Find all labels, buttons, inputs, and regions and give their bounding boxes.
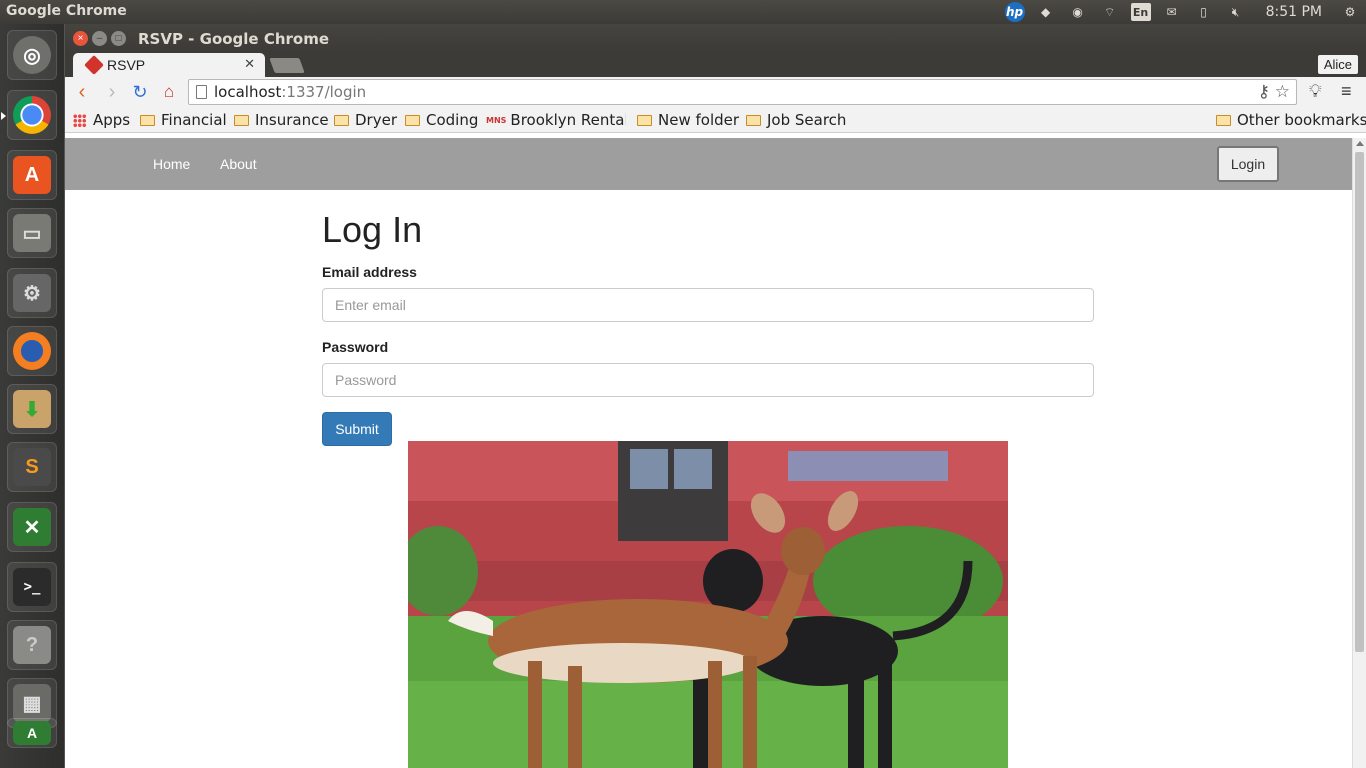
chrome-icon[interactable]: ◉ <box>1067 3 1089 21</box>
hp-icon[interactable]: hp <box>1004 2 1025 22</box>
browser-toolbar: ‹ › ↻ ⌂ localhost:1337/login ⚷ ☆ 💡︎ ≡ <box>65 77 1366 107</box>
nav-home-link[interactable]: Home <box>153 156 190 172</box>
url-text: localhost:1337/login <box>214 83 367 101</box>
sublime-text-icon[interactable]: S <box>7 442 57 492</box>
system-top-panel: Google Chrome hp ◆ ◉ ⌔ En ✉ ▯ 🔇︎ 8:51 PM… <box>0 0 1366 24</box>
folder-icon <box>637 114 652 126</box>
forward-button[interactable]: › <box>101 81 123 103</box>
terminal-icon[interactable]: >_ <box>7 562 57 612</box>
battery-icon[interactable]: ▯ <box>1193 3 1215 21</box>
window-maximize-button[interactable]: □ <box>111 31 126 46</box>
bookmark-coding[interactable]: Coding <box>405 111 478 129</box>
scrollbar-thumb[interactable] <box>1355 152 1364 652</box>
folder-icon <box>140 114 155 126</box>
window-minimize-button[interactable]: – <box>92 31 107 46</box>
bookmark-star-icon[interactable]: ☆ <box>1275 82 1290 101</box>
lightbulb-extension-icon[interactable]: 💡︎ <box>1309 81 1322 102</box>
files-icon[interactable]: ▭ <box>7 208 57 258</box>
xmind-icon[interactable]: ✕ <box>7 502 57 552</box>
window-title: RSVP - Google Chrome <box>138 30 330 48</box>
keyboard-icon[interactable]: En <box>1130 3 1151 21</box>
dropbox-icon[interactable]: ◆ <box>1035 3 1057 21</box>
bookmark-other[interactable]: Other bookmarks <box>1216 111 1366 129</box>
bookmark-job-search[interactable]: Job Search <box>746 111 846 129</box>
system-tray: hp ◆ ◉ ⌔ En ✉ ▯ 🔇︎ 8:51 PM ⚙ <box>1000 0 1366 24</box>
chrome-window: × – □ RSVP - Google Chrome RSVP ✕ Alice … <box>65 24 1366 768</box>
unity-launcher: ◎ A ▭ ⚙ ⬇ S ✕ >_ ? ▦ A <box>0 24 65 768</box>
active-app-name: Google Chrome <box>6 3 127 19</box>
new-tab-button[interactable] <box>269 58 305 73</box>
window-titlebar: × – □ RSVP - Google Chrome <box>65 24 1366 52</box>
window-close-button[interactable]: × <box>73 31 88 46</box>
deer-and-dog-photo <box>408 441 1008 768</box>
software-center-icon[interactable]: A <box>7 150 57 200</box>
page-scrollbar[interactable] <box>1352 138 1366 768</box>
bookmark-brooklyn-rental[interactable]: MNS Brooklyn Rental <box>486 111 626 129</box>
email-label: Email address <box>322 264 417 280</box>
page-title: Log In <box>322 209 423 250</box>
bookmark-dryer[interactable]: Dryer <box>334 111 397 129</box>
tab-title: RSVP <box>107 57 146 73</box>
bookmark-apps[interactable]: Apps <box>73 111 130 129</box>
login-form-container: Log In Email address Enter email Passwor… <box>322 190 1094 446</box>
tab-rsvp[interactable]: RSVP ✕ <box>73 53 265 77</box>
folder-icon <box>405 114 420 126</box>
password-label: Password <box>322 339 389 355</box>
mns-favicon-icon: MNS <box>486 115 507 125</box>
key-icon[interactable]: ⚷ <box>1258 82 1270 101</box>
clock[interactable]: 8:51 PM <box>1266 4 1322 20</box>
page-viewport: Home About Login Log In Email address En… <box>65 138 1352 768</box>
omnibox-actions: ⚷ ☆ <box>1258 82 1290 102</box>
disks-icon[interactable]: A <box>7 718 57 748</box>
firefox-icon[interactable] <box>7 326 57 376</box>
wifi-icon[interactable]: ⌔ <box>1099 3 1121 21</box>
bookmarks-bar: Apps Financial Insurance Dryer Coding MN… <box>65 107 1366 133</box>
archive-manager-icon[interactable]: ⬇ <box>7 384 57 434</box>
scroll-up-icon[interactable] <box>1356 141 1364 146</box>
folder-icon <box>234 114 249 126</box>
email-field[interactable]: Enter email <box>322 288 1094 322</box>
bookmark-new-folder[interactable]: New folder <box>637 111 739 129</box>
site-navbar: Home About Login <box>65 138 1352 190</box>
back-button[interactable]: ‹ <box>71 81 93 103</box>
mail-icon[interactable]: ✉ <box>1161 3 1183 21</box>
password-field[interactable]: Password <box>322 363 1094 397</box>
nav-about-link[interactable]: About <box>220 156 257 172</box>
folder-icon <box>746 114 761 126</box>
settings-gear-icon[interactable]: ⚙ <box>1339 3 1361 21</box>
tab-close-icon[interactable]: ✕ <box>244 56 255 72</box>
help-icon[interactable]: ? <box>7 620 57 670</box>
volume-muted-icon[interactable]: 🔇︎ <box>1225 3 1247 21</box>
menu-icon[interactable]: ≡ <box>1341 81 1352 102</box>
nav-login-button[interactable]: Login <box>1217 146 1279 182</box>
home-button[interactable]: ⌂ <box>158 81 180 103</box>
system-settings-icon[interactable]: ⚙ <box>7 268 57 318</box>
bookmark-financial[interactable]: Financial <box>140 111 227 129</box>
profile-button[interactable]: Alice <box>1317 55 1358 74</box>
ubuntu-dash-icon[interactable]: ◎ <box>7 30 57 80</box>
bookmark-insurance[interactable]: Insurance <box>234 111 329 129</box>
reload-button[interactable]: ↻ <box>129 81 151 103</box>
submit-button[interactable]: Submit <box>322 412 392 446</box>
address-bar[interactable]: localhost:1337/login ⚷ ☆ <box>188 79 1297 105</box>
rsvp-favicon-icon <box>84 55 104 75</box>
folder-icon <box>334 114 349 126</box>
page-icon <box>196 85 207 99</box>
folder-icon <box>1216 114 1231 126</box>
google-chrome-icon[interactable] <box>1 90 57 140</box>
tab-strip: RSVP ✕ Alice <box>65 52 1366 77</box>
apps-grid-icon <box>73 113 86 127</box>
